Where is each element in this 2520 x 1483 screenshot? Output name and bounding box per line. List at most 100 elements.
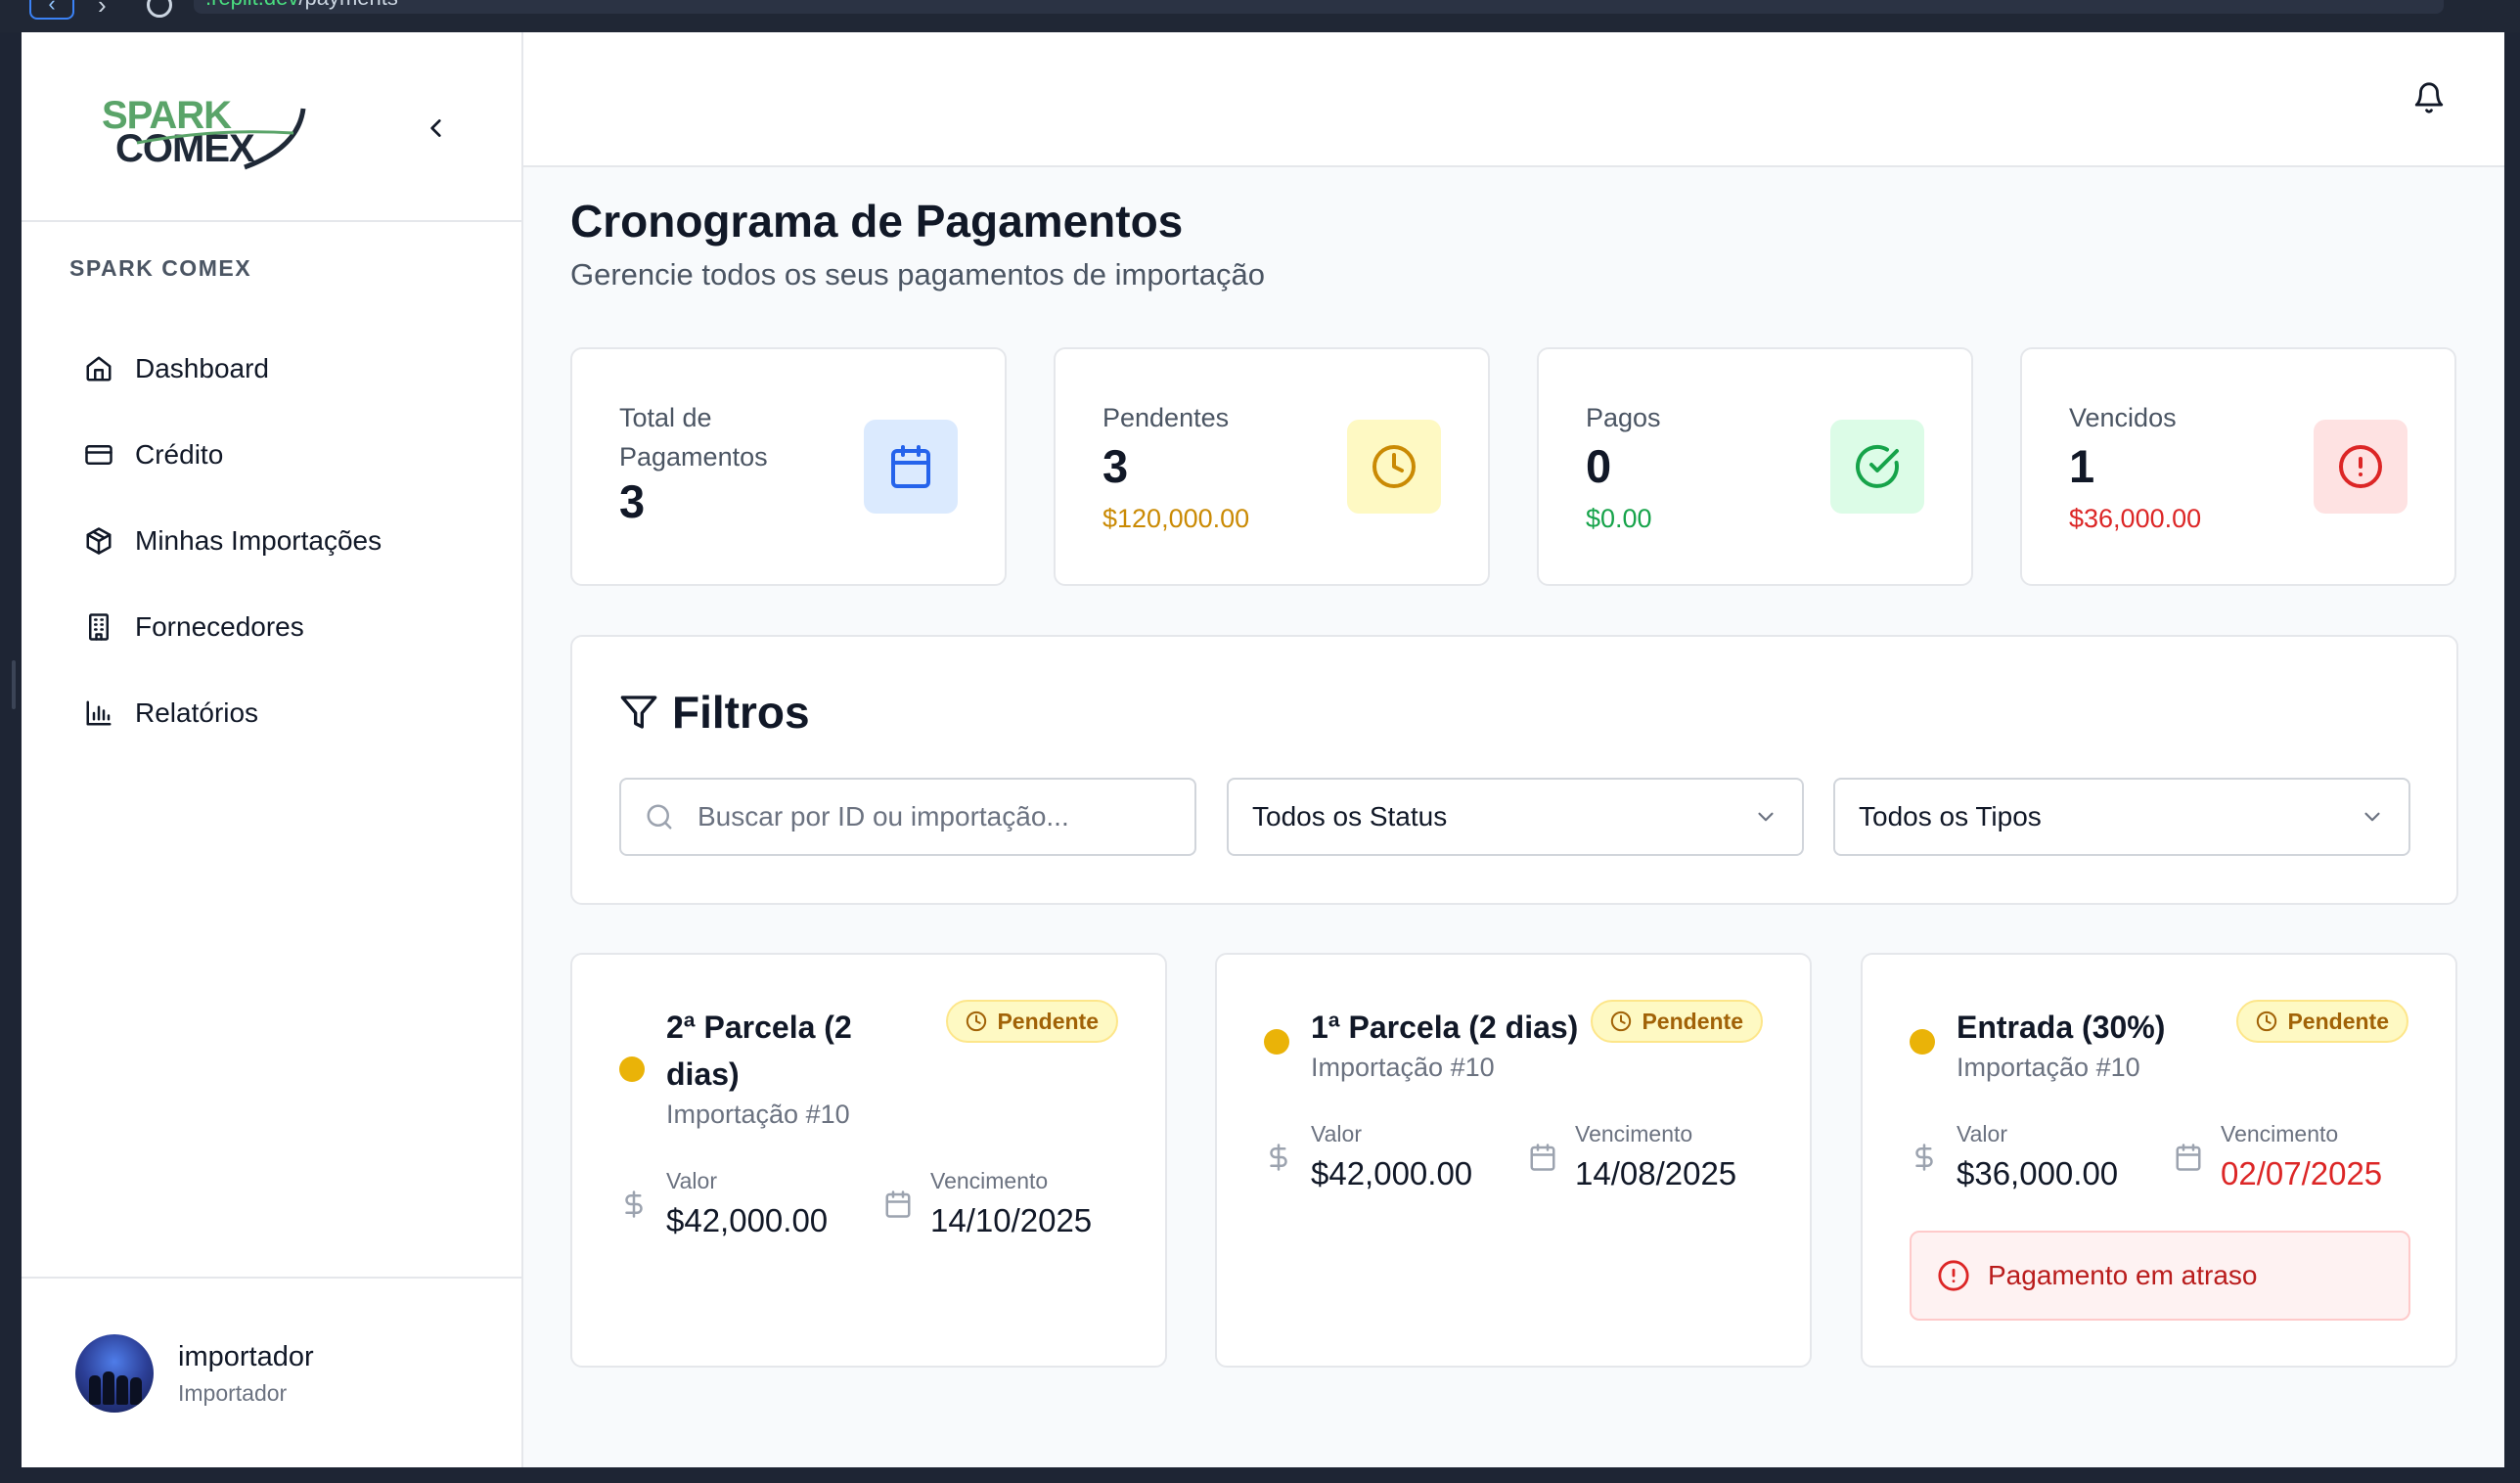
alert-circle-icon xyxy=(1938,1260,1969,1291)
calendar-icon xyxy=(1530,1144,1555,1171)
spark-comex-logo[interactable]: SPARK COMEX xyxy=(98,89,323,177)
user-profile[interactable]: importador Importador xyxy=(22,1277,523,1467)
clock-icon xyxy=(1372,445,1416,488)
stat-value: 3 xyxy=(1102,440,1129,492)
clock-icon xyxy=(967,1011,987,1032)
filters-title: Filtros xyxy=(619,686,810,739)
payment-title: 2ª Parcela (2 dias) xyxy=(666,1004,852,1098)
filters-heading: Filtros xyxy=(672,687,810,738)
chevron-down-icon xyxy=(1758,812,1774,822)
type-select-value: Todos os Tipos xyxy=(1859,801,2042,831)
calendar-icon xyxy=(885,1191,911,1218)
stat-icon-box xyxy=(1347,420,1441,514)
value-label: Valor xyxy=(1311,1121,1362,1146)
bell-icon[interactable] xyxy=(2412,81,2446,114)
type-select[interactable]: Todos os Tipos xyxy=(1833,778,2410,856)
stat-label: Vencidos xyxy=(2069,403,2177,432)
stat-amount: $36,000.00 xyxy=(2069,504,2202,533)
status-select-value: Todos os Status xyxy=(1252,801,1448,831)
due-label: Vencimento xyxy=(2221,1121,2339,1146)
sidebar-item-fornecedores[interactable]: Fornecedores xyxy=(61,584,491,670)
status-badge-label: Pendente xyxy=(2287,1008,2389,1034)
main-content: Cronograma de Pagamentos Gerencie todos … xyxy=(523,167,2504,1467)
sidebar-header: SPARK COMEX xyxy=(22,32,521,222)
payment-title: 1ª Parcela (2 dias) xyxy=(1311,1010,1579,1045)
home-icon xyxy=(86,356,112,382)
sidebar-item-importacoes[interactable]: Minhas Importações xyxy=(61,498,491,584)
payment-value: Valor $36,000.00 xyxy=(1910,1121,2118,1192)
status-badge-label: Pendente xyxy=(997,1008,1099,1034)
status-badge: Pendente xyxy=(2236,1000,2408,1043)
due-label: Vencimento xyxy=(1575,1121,1693,1146)
sidebar-item-label: Relatórios xyxy=(135,697,259,728)
stat-value: 1 xyxy=(2069,440,2095,492)
alert-circle-icon xyxy=(2339,445,2382,488)
status-badge: Pendente xyxy=(1591,1000,1763,1043)
stat-icon-box xyxy=(1830,420,1924,514)
payment-card[interactable]: 1ª Parcela (2 dias) Pendente Importação … xyxy=(1215,953,1812,1368)
avatar[interactable] xyxy=(75,1334,154,1413)
payment-due: Vencimento 14/10/2025 xyxy=(883,1168,1092,1239)
url-host: .replit.dev xyxy=(205,0,298,10)
search-input[interactable] xyxy=(698,801,1167,832)
dollar-icon xyxy=(1270,1144,1287,1171)
status-dot xyxy=(1264,1029,1289,1055)
payment-title-line: 2ª Parcela (2 xyxy=(666,1010,852,1045)
payment-due: Vencimento 14/08/2025 xyxy=(1528,1121,1736,1192)
clock-icon xyxy=(1611,1011,1632,1032)
stat-label: Total de Pagamentos xyxy=(619,403,768,472)
stat-label: Pagos xyxy=(1586,403,1661,432)
value-amount: $42,000.00 xyxy=(1311,1155,1473,1191)
credit-card-icon xyxy=(85,445,112,465)
stat-value: 3 xyxy=(619,475,646,527)
sidebar-item-credito[interactable]: Crédito xyxy=(61,412,491,498)
sidebar-item-relatorios[interactable]: Relatórios xyxy=(61,670,491,756)
status-dot xyxy=(619,1056,645,1082)
payment-card[interactable]: 2ª Parcela (2 dias) Pendente Importação … xyxy=(570,953,1167,1368)
stat-icon-box xyxy=(2314,420,2408,514)
stat-card-total: Total de Pagamentos 3 xyxy=(570,347,1007,586)
window-resize-handle[interactable] xyxy=(12,660,16,709)
page-title: Cronograma de Pagamentos xyxy=(570,196,1184,247)
stat-amount: $120,000.00 xyxy=(1102,504,1250,533)
package-icon xyxy=(86,527,112,555)
payment-card[interactable]: Entrada (30%) Pendente Importação #10 Va… xyxy=(1861,953,2457,1368)
status-badge: Pendente xyxy=(946,1000,1118,1043)
stat-card-pendentes: Pendentes 3 $120,000.00 xyxy=(1054,347,1490,586)
forward-button[interactable]: › xyxy=(98,0,107,21)
reload-button[interactable] xyxy=(147,0,172,18)
stat-label: Pendentes xyxy=(1102,403,1230,432)
collapse-sidebar-button[interactable] xyxy=(417,109,456,148)
dollar-icon xyxy=(1915,1144,1933,1171)
dollar-icon xyxy=(625,1191,643,1218)
sidebar-item-dashboard[interactable]: Dashboard xyxy=(61,326,491,412)
user-name: importador xyxy=(178,1341,314,1372)
payment-import: Importação #10 xyxy=(1311,1053,1495,1082)
filters-panel: Filtros Todos os Status Todos os Tipos xyxy=(570,635,2458,905)
stat-amount: $0.00 xyxy=(1586,504,1652,533)
sidebar: SPARK COMEX SPARK COMEX Dashboard Crédit… xyxy=(22,32,523,1467)
stat-icon-box xyxy=(864,420,958,514)
stat-card-pagos: Pagos 0 $0.00 xyxy=(1537,347,1973,586)
payment-import: Importação #10 xyxy=(1957,1053,2140,1082)
browser-toolbar: ‹ › .replit.dev/payments xyxy=(0,0,2520,32)
status-dot xyxy=(1910,1029,1935,1055)
app-window: SPARK COMEX SPARK COMEX Dashboard Crédit… xyxy=(22,32,2504,1467)
payment-title-line: dias) xyxy=(666,1056,740,1092)
chevron-left-icon xyxy=(430,119,441,137)
sidebar-nav: Dashboard Crédito Minhas Importações For… xyxy=(61,326,491,756)
due-date-overdue: 02/07/2025 xyxy=(2221,1155,2383,1191)
bar-chart-icon xyxy=(86,700,112,726)
address-bar[interactable]: .replit.dev/payments xyxy=(194,0,2444,14)
stat-value: 0 xyxy=(1586,440,1612,492)
page-subtitle: Gerencie todos os seus pagamentos de imp… xyxy=(570,257,1265,292)
filter-icon xyxy=(620,696,657,729)
back-button[interactable]: ‹ xyxy=(29,0,74,20)
clock-icon xyxy=(2257,1011,2277,1032)
status-select[interactable]: Todos os Status xyxy=(1227,778,1804,856)
search-box[interactable] xyxy=(619,778,1196,856)
payment-due: Vencimento 02/07/2025 xyxy=(2174,1121,2382,1192)
svg-text:COMEX: COMEX xyxy=(115,127,255,170)
value-amount: $42,000.00 xyxy=(666,1202,829,1238)
check-circle-icon xyxy=(1856,444,1899,488)
